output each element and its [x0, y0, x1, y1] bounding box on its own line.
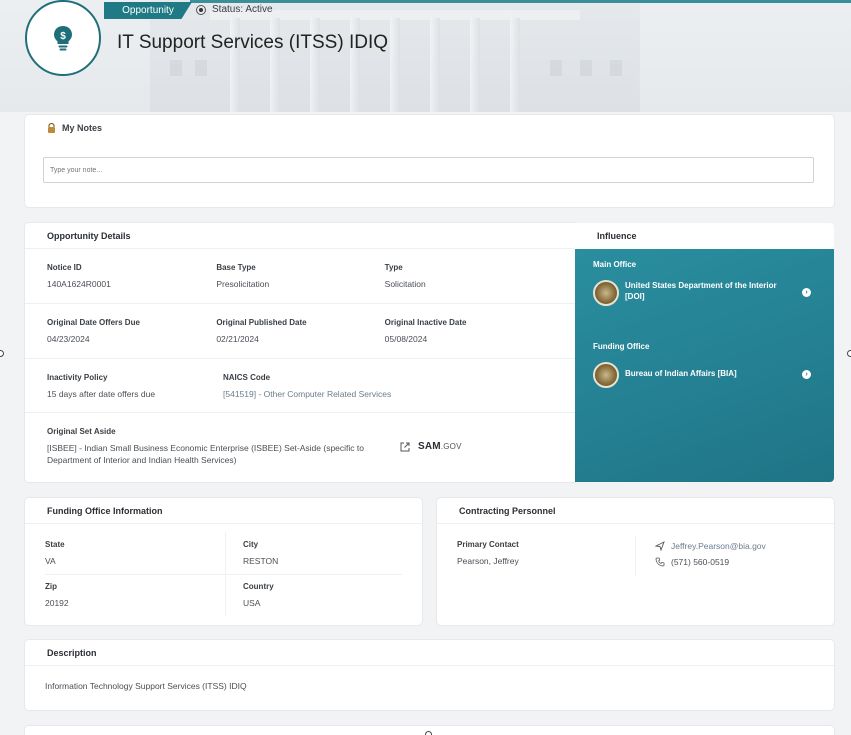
- description-card: Description Information Technology Suppo…: [25, 640, 834, 710]
- notice-id-field: Notice ID 140A1624R0001: [47, 263, 216, 291]
- state-label: State: [45, 540, 65, 549]
- opportunity-details-title: Opportunity Details: [25, 223, 575, 249]
- bottom-edge-handle: [425, 731, 432, 735]
- sam-logo-text: SAM: [418, 441, 441, 452]
- country-field: Country USA: [243, 582, 274, 609]
- inactivity-policy-value: 15 days after date offers due: [47, 389, 156, 399]
- contact-divider: [635, 536, 636, 576]
- chevron-right-icon[interactable]: ›: [802, 370, 811, 379]
- state-field: State VA: [45, 540, 65, 567]
- inactive-date-value: 05/08/2024: [384, 334, 428, 344]
- published-date-label: Original Published Date: [216, 318, 307, 327]
- inactive-date-label: Original Inactive Date: [384, 318, 467, 327]
- city-field: City RESTON: [243, 540, 278, 567]
- type-value: Solicitation: [384, 279, 426, 289]
- zip-label: Zip: [45, 582, 57, 591]
- details-row: Original Set Aside [ISBEE] - Indian Smal…: [25, 413, 575, 478]
- row-divider: [45, 574, 402, 575]
- notice-id-value: 140A1624R0001: [47, 279, 111, 289]
- header-background-image: [150, 0, 640, 112]
- contracting-personnel-card: Contracting Personnel Primary Contact Pe…: [437, 498, 834, 625]
- type-field: Type Solicitation: [385, 263, 553, 291]
- opportunity-details-card: Opportunity Details Notice ID 140A1624R0…: [25, 223, 575, 482]
- type-label: Type: [384, 263, 403, 272]
- inactive-date-field: Original Inactive Date 05/08/2024: [385, 318, 553, 346]
- main-office-label: Main Office: [593, 260, 637, 269]
- naics-label: NAICS Code: [223, 373, 271, 382]
- contact-phone[interactable]: (571) 560-0519: [671, 556, 729, 568]
- status-text: Status: Active: [212, 4, 273, 15]
- main-office-link[interactable]: United States Department of the Interior…: [625, 280, 785, 302]
- naics-field: NAICS Code [541519] - Other Computer Rel…: [223, 373, 523, 400]
- influence-title: Influence: [575, 223, 834, 249]
- offers-due-label: Original Date Offers Due: [47, 318, 140, 327]
- funding-office-info-title: Funding Office Information: [25, 498, 422, 524]
- influence-body: Main Office United States Department of …: [575, 249, 834, 482]
- naics-link[interactable]: [541519] - Other Computer Related Servic…: [223, 388, 523, 400]
- phone-row: (571) 560-0519: [655, 556, 729, 568]
- funding-office-label: Funding Office: [593, 342, 650, 351]
- opportunity-type-chip: Opportunity: [104, 2, 192, 19]
- description-title: Description: [25, 640, 834, 666]
- my-notes-title: My Notes: [62, 123, 103, 133]
- description-text: Information Technology Support Services …: [45, 681, 247, 691]
- funding-office-info-card: Funding Office Information State VA City…: [25, 498, 422, 625]
- primary-contact-value: Pearson, Jeffrey: [457, 556, 519, 566]
- offers-due-value: 04/23/2024: [47, 334, 90, 344]
- external-link-icon[interactable]: [400, 442, 410, 452]
- country-value: USA: [243, 598, 261, 608]
- details-row: Inactivity Policy 15 days after date off…: [25, 359, 575, 413]
- city-label: City: [243, 540, 259, 549]
- details-row: Original Date Offers Due 04/23/2024 Orig…: [25, 304, 575, 359]
- left-edge-handle: [0, 350, 4, 357]
- phone-icon: [655, 557, 665, 567]
- right-edge-handle: [847, 350, 851, 357]
- city-value: RESTON: [243, 556, 279, 566]
- send-icon: [655, 541, 665, 551]
- chevron-right-icon[interactable]: ›: [802, 288, 811, 297]
- published-date-field: Original Published Date 02/21/2024: [216, 318, 384, 346]
- zip-value: 20192: [45, 598, 69, 608]
- page-title: IT Support Services (ITSS) IDIQ: [117, 32, 389, 53]
- base-type-field: Base Type Presolicitation: [216, 263, 384, 291]
- lock-icon: [48, 123, 55, 133]
- state-value: VA: [45, 556, 56, 566]
- status-radio-icon: [196, 4, 206, 15]
- sam-gov-logo[interactable]: SAM.GOV: [418, 441, 462, 452]
- sam-logo-suffix: .GOV: [440, 442, 462, 451]
- notice-id-label: Notice ID: [47, 263, 82, 272]
- bia-seal-icon: [593, 362, 619, 388]
- country-label: Country: [243, 582, 274, 591]
- primary-contact-field: Primary Contact Pearson, Jeffrey: [457, 540, 519, 567]
- influence-panel: Influence Main Office United States Depa…: [575, 223, 834, 482]
- my-notes-card: My Notes: [25, 115, 834, 207]
- header-accent-line: [190, 0, 851, 3]
- inactivity-policy-field: Inactivity Policy 15 days after date off…: [47, 373, 223, 400]
- note-input[interactable]: [43, 157, 814, 183]
- details-row: Notice ID 140A1624R0001 Base Type Presol…: [25, 249, 575, 304]
- email-row: Jeffrey.Pearson@bia.gov: [655, 540, 766, 552]
- opportunity-badge: $: [25, 0, 101, 76]
- zip-field: Zip 20192: [45, 582, 69, 609]
- doi-seal-icon: [593, 280, 619, 306]
- set-aside-label: Original Set Aside: [47, 427, 116, 436]
- funding-office-link[interactable]: Bureau of Indian Affairs [BIA]: [625, 368, 785, 379]
- contracting-personnel-title: Contracting Personnel: [437, 498, 834, 524]
- offers-due-field: Original Date Offers Due 04/23/2024: [47, 318, 216, 346]
- primary-contact-label: Primary Contact: [457, 540, 519, 549]
- status-indicator: Status: Active: [196, 4, 273, 15]
- lightbulb-dollar-icon: $: [54, 26, 72, 51]
- set-aside-value: [ISBEE] - Indian Small Business Economic…: [47, 443, 364, 465]
- published-date-value: 02/21/2024: [216, 334, 259, 344]
- base-type-value: Presolicitation: [216, 279, 270, 289]
- svg-text:$: $: [60, 31, 66, 42]
- contact-email-link[interactable]: Jeffrey.Pearson@bia.gov: [671, 540, 766, 552]
- set-aside-field: Original Set Aside [ISBEE] - Indian Smal…: [47, 427, 377, 466]
- base-type-label: Base Type: [216, 263, 256, 272]
- sam-gov-link-group: SAM.GOV: [400, 441, 462, 452]
- my-notes-header: My Notes: [25, 115, 834, 141]
- inactivity-policy-label: Inactivity Policy: [47, 373, 108, 382]
